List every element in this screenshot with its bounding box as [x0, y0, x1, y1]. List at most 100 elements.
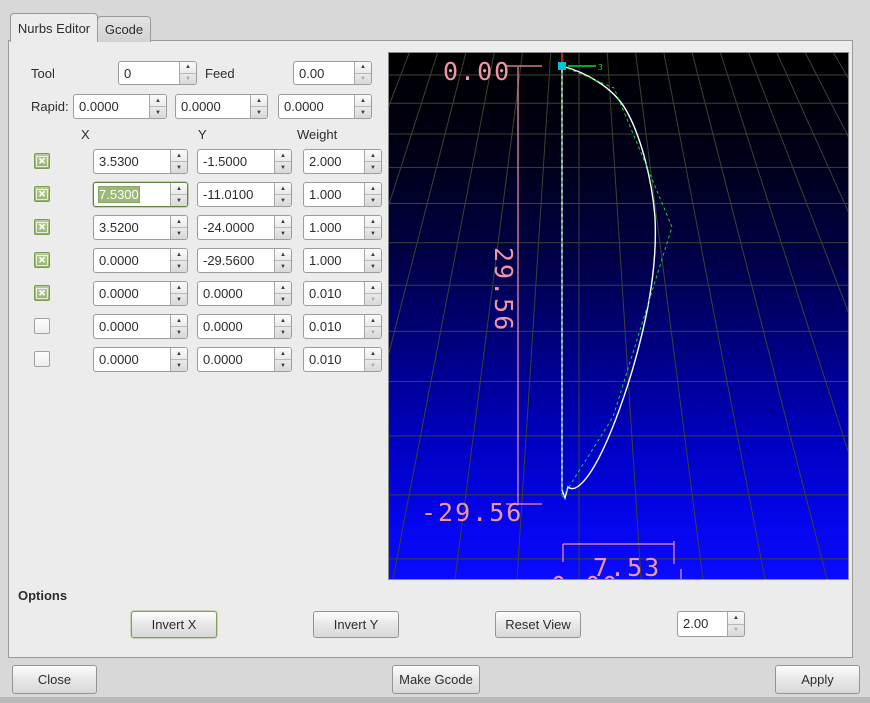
row-3-y-spin-increment-button[interactable]: ▲	[275, 216, 291, 228]
row-4-weight-spin[interactable]: 1.000 ▲ ▼	[303, 248, 382, 273]
row-6-weight-spin-entry[interactable]: 0.010	[304, 315, 364, 338]
tool-spin-increment-button[interactable]: ▲	[180, 62, 196, 74]
row-2-x-spin[interactable]: 7.5300 ▲ ▼	[93, 182, 188, 207]
row-1-weight-spin[interactable]: 2.000 ▲ ▼	[303, 149, 382, 174]
row-1-y-spin[interactable]: -1.5000 ▲ ▼	[197, 149, 292, 174]
row-3-x-spin[interactable]: 3.5200 ▲ ▼	[93, 215, 188, 240]
row-3-weight-spin-decrement-button[interactable]: ▼	[365, 228, 381, 239]
row-2-y-spin-increment-button[interactable]: ▲	[275, 183, 291, 195]
row-2-x-spin-decrement-button[interactable]: ▼	[171, 195, 187, 206]
row-1-weight-spin-entry[interactable]: 2.000	[304, 150, 364, 173]
row-5-y-spin-entry[interactable]: 0.0000	[198, 282, 274, 305]
row-6-x-spin-increment-button[interactable]: ▲	[171, 315, 187, 327]
rapid-spin-1-increment-button[interactable]: ▲	[150, 95, 166, 107]
row-2-weight-spin-increment-button[interactable]: ▲	[365, 183, 381, 195]
row-7-weight-spin-entry[interactable]: 0.010	[304, 348, 364, 371]
row-5-weight-spin-decrement-button[interactable]: ▼	[365, 294, 381, 305]
row-2-y-spin-decrement-button[interactable]: ▼	[275, 195, 291, 206]
row-5-weight-spin-entry[interactable]: 0.010	[304, 282, 364, 305]
row-1-x-spin-increment-button[interactable]: ▲	[171, 150, 187, 162]
row-6-enable-checkbox[interactable]	[34, 318, 50, 334]
close-button[interactable]: Close	[12, 665, 97, 694]
row-3-y-spin-decrement-button[interactable]: ▼	[275, 228, 291, 239]
row-5-y-spin-decrement-button[interactable]: ▼	[275, 294, 291, 305]
row-7-x-spin-entry[interactable]: 0.0000	[94, 348, 170, 371]
row-7-weight-spin-decrement-button[interactable]: ▼	[365, 360, 381, 371]
row-1-y-spin-entry[interactable]: -1.5000	[198, 150, 274, 173]
row-7-y-spin-entry[interactable]: 0.0000	[198, 348, 274, 371]
row-4-weight-spin-increment-button[interactable]: ▲	[365, 249, 381, 261]
row-4-weight-spin-entry[interactable]: 1.000	[304, 249, 364, 272]
row-6-y-spin-decrement-button[interactable]: ▼	[275, 327, 291, 338]
rapid-spin-3-entry[interactable]: 0.0000	[279, 95, 354, 118]
row-2-weight-spin-entry[interactable]: 1.000	[304, 183, 364, 206]
scale-spin-increment-button[interactable]: ▲	[728, 612, 744, 625]
rapid-spin-1[interactable]: 0.0000 ▲ ▼	[73, 94, 167, 119]
rapid-spin-2-increment-button[interactable]: ▲	[251, 95, 267, 107]
row-1-x-spin[interactable]: 3.5300 ▲ ▼	[93, 149, 188, 174]
row-5-x-spin-increment-button[interactable]: ▲	[171, 282, 187, 294]
row-6-y-spin-entry[interactable]: 0.0000	[198, 315, 274, 338]
row-3-weight-spin[interactable]: 1.000 ▲ ▼	[303, 215, 382, 240]
row-5-weight-spin[interactable]: 0.010 ▲ ▼	[303, 281, 382, 306]
row-4-y-spin-decrement-button[interactable]: ▼	[275, 261, 291, 272]
rapid-spin-3[interactable]: 0.0000 ▲ ▼	[278, 94, 372, 119]
rapid-spin-1-entry[interactable]: 0.0000	[74, 95, 149, 118]
row-4-y-spin[interactable]: -29.5600 ▲ ▼	[197, 248, 292, 273]
row-7-x-spin-increment-button[interactable]: ▲	[171, 348, 187, 360]
scale-spin-entry[interactable]: 2.00	[678, 612, 727, 636]
invert-y-button[interactable]: Invert Y	[313, 611, 399, 638]
feed-spin-entry[interactable]: 0.00	[294, 62, 354, 84]
row-1-x-spin-entry[interactable]: 3.5300	[94, 150, 170, 173]
row-4-x-spin-decrement-button[interactable]: ▼	[171, 261, 187, 272]
row-1-y-spin-decrement-button[interactable]: ▼	[275, 162, 291, 173]
row-6-y-spin-increment-button[interactable]: ▲	[275, 315, 291, 327]
apply-button[interactable]: Apply	[775, 665, 860, 694]
row-5-x-spin-entry[interactable]: 0.0000	[94, 282, 170, 305]
row-4-x-spin[interactable]: 0.0000 ▲ ▼	[93, 248, 188, 273]
row-6-weight-spin-increment-button[interactable]: ▲	[365, 315, 381, 327]
row-6-weight-spin-decrement-button[interactable]: ▼	[365, 327, 381, 338]
row-7-y-spin-decrement-button[interactable]: ▼	[275, 360, 291, 371]
row-5-y-spin[interactable]: 0.0000 ▲ ▼	[197, 281, 292, 306]
row-6-x-spin-entry[interactable]: 0.0000	[94, 315, 170, 338]
feed-spin-decrement-button[interactable]: ▼	[355, 74, 371, 85]
tab-nurbs-editor[interactable]: Nurbs Editor	[10, 13, 98, 42]
row-2-x-spin-increment-button[interactable]: ▲	[171, 183, 187, 195]
row-1-enable-checkbox[interactable]: ✕	[34, 153, 50, 169]
scale-spin-decrement-button[interactable]: ▼	[728, 625, 744, 637]
rapid-spin-2[interactable]: 0.0000 ▲ ▼	[175, 94, 268, 119]
start-point-marker[interactable]	[558, 62, 566, 70]
row-2-weight-spin[interactable]: 1.000 ▲ ▼	[303, 182, 382, 207]
scale-spin[interactable]: 2.00 ▲ ▼	[677, 611, 745, 637]
make-gcode-button[interactable]: Make Gcode	[392, 665, 480, 694]
row-6-weight-spin[interactable]: 0.010 ▲ ▼	[303, 314, 382, 339]
row-2-weight-spin-decrement-button[interactable]: ▼	[365, 195, 381, 206]
row-3-weight-spin-increment-button[interactable]: ▲	[365, 216, 381, 228]
row-7-enable-checkbox[interactable]	[34, 351, 50, 367]
nurbs-preview-canvas[interactable]: 3 0.00 29.56 -29.56 7.53 0.00	[388, 52, 849, 580]
row-7-x-spin[interactable]: 0.0000 ▲ ▼	[93, 347, 188, 372]
row-7-y-spin[interactable]: 0.0000 ▲ ▼	[197, 347, 292, 372]
rapid-spin-1-decrement-button[interactable]: ▼	[150, 107, 166, 118]
rapid-spin-2-entry[interactable]: 0.0000	[176, 95, 250, 118]
row-1-y-spin-increment-button[interactable]: ▲	[275, 150, 291, 162]
row-7-y-spin-increment-button[interactable]: ▲	[275, 348, 291, 360]
tool-spin-decrement-button[interactable]: ▼	[180, 74, 196, 85]
row-5-y-spin-increment-button[interactable]: ▲	[275, 282, 291, 294]
row-3-x-spin-entry[interactable]: 3.5200	[94, 216, 170, 239]
row-5-x-spin[interactable]: 0.0000 ▲ ▼	[93, 281, 188, 306]
rapid-spin-3-increment-button[interactable]: ▲	[355, 95, 371, 107]
row-3-enable-checkbox[interactable]: ✕	[34, 219, 50, 235]
invert-x-button[interactable]: Invert X	[131, 611, 217, 638]
row-6-y-spin[interactable]: 0.0000 ▲ ▼	[197, 314, 292, 339]
row-2-x-spin-entry[interactable]: 7.5300	[94, 183, 170, 206]
row-4-weight-spin-decrement-button[interactable]: ▼	[365, 261, 381, 272]
row-7-weight-spin[interactable]: 0.010 ▲ ▼	[303, 347, 382, 372]
row-2-enable-checkbox[interactable]: ✕	[34, 186, 50, 202]
row-3-y-spin[interactable]: -24.0000 ▲ ▼	[197, 215, 292, 240]
feed-spin-increment-button[interactable]: ▲	[355, 62, 371, 74]
tool-spin-entry[interactable]: 0	[119, 62, 179, 84]
row-3-y-spin-entry[interactable]: -24.0000	[198, 216, 274, 239]
tool-spin[interactable]: 0 ▲ ▼	[118, 61, 197, 85]
